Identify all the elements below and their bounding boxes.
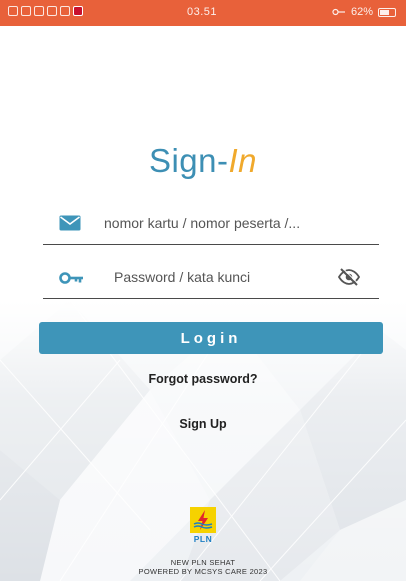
login-screen: 03.51 62% Sign-In nomor kartu / nomor pe… [0,0,406,581]
app-name-footer: NEW PLN SEHAT [170,558,236,567]
sign-up-link[interactable]: Sign Up [0,417,406,431]
status-right: 62% [332,6,396,18]
key-status-icon [332,8,345,16]
battery-icon [378,7,396,17]
title-sign: Sign- [148,142,229,179]
forgot-password-link[interactable]: Forgot password? [0,372,406,386]
password-field[interactable]: Password / kata kunci [43,258,379,299]
eye-off-icon[interactable] [338,268,360,286]
mail-icon [59,215,81,231]
title-in: In [228,142,258,179]
pln-logo: PLN [190,507,216,544]
app-notification-icon [47,6,57,16]
app-notification-icon [60,6,70,16]
login-button[interactable]: Login [39,322,383,354]
logo-emblem [190,507,216,533]
key-icon [59,272,83,284]
logo-label: PLN [193,534,213,544]
wifi-icon [34,6,44,16]
signal-icon [21,6,31,16]
status-time: 03.51 [187,6,218,18]
powered-by-footer: POWERED BY MCSYS CARE 2023 [138,567,268,576]
battery-percent: 62% [350,6,373,18]
notification-icons [8,6,83,16]
page-title: Sign-In [0,142,406,180]
password-input[interactable]: Password / kata kunci [114,269,250,285]
signal-icon [8,6,18,16]
username-input[interactable]: nomor kartu / nomor peserta /... [104,215,300,231]
lightning-icon [193,510,213,530]
username-field[interactable]: nomor kartu / nomor peserta /... [43,204,379,245]
app-notification-icon [73,6,83,16]
status-bar: 03.51 62% [0,0,406,26]
